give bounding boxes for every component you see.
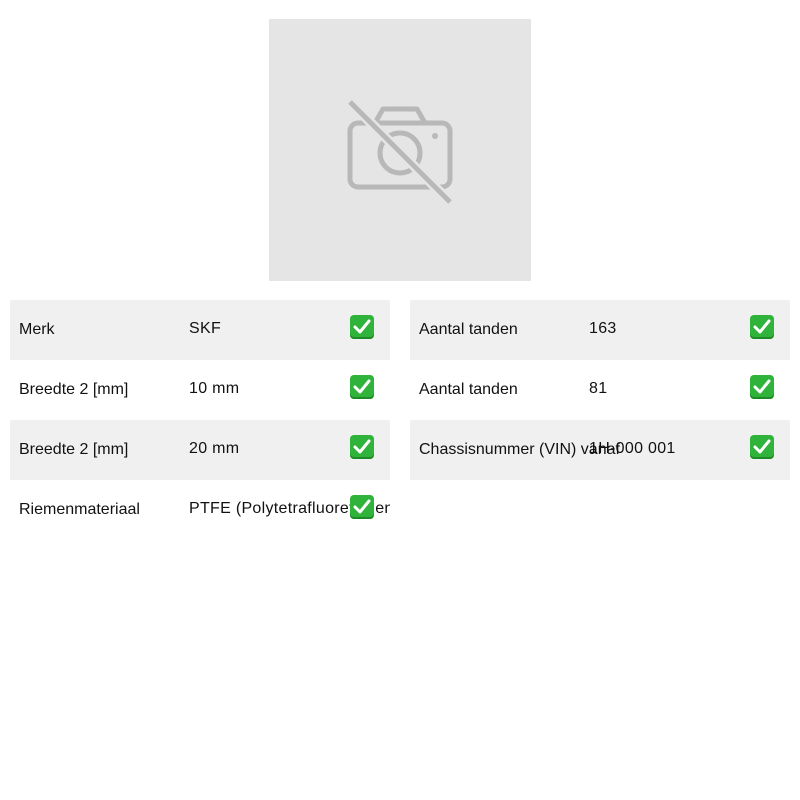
check-icon: [350, 495, 374, 519]
spec-label: Breedte 2 [mm]: [19, 381, 129, 398]
spec-table-right: Aantal tanden 163 Aantal tanden 81 Chass…: [410, 300, 790, 480]
spec-value: 81: [589, 380, 608, 397]
spec-row: Riemenmateriaal PTFE (Polytetrafluorethy…: [10, 480, 390, 540]
spec-row: Merk SKF: [10, 300, 390, 360]
spec-label: Breedte 2 [mm]: [19, 441, 129, 458]
spec-label: Aantal tanden: [419, 381, 518, 398]
no-camera-icon: [347, 99, 453, 205]
check-icon: [750, 435, 774, 459]
spec-label: Riemenmateriaal: [19, 501, 140, 518]
spec-row: Aantal tanden 81: [410, 360, 790, 420]
spec-value: 10 mm: [189, 380, 240, 397]
spec-value: 20 mm: [189, 440, 240, 457]
spec-row: Breedte 2 [mm] 20 mm: [10, 420, 390, 480]
spec-row: Aantal tanden 163: [410, 300, 790, 360]
spec-row: Breedte 2 [mm] 10 mm: [10, 360, 390, 420]
spec-label: Merk: [19, 321, 55, 338]
spec-label: Aantal tanden: [419, 321, 518, 338]
spec-table-left: Merk SKF Breedte 2 [mm] 10 mm Breedte 2 …: [10, 300, 390, 540]
spec-row: Chassisnummer (VIN) vanaf 1H-000 001: [410, 420, 790, 480]
check-icon: [350, 315, 374, 339]
check-icon: [750, 375, 774, 399]
product-image-placeholder: [269, 19, 531, 281]
check-icon: [750, 315, 774, 339]
spec-value: 163: [589, 320, 617, 337]
spec-value: 1H-000 001: [589, 440, 676, 457]
check-icon: [350, 375, 374, 399]
spec-value: SKF: [189, 320, 222, 337]
check-icon: [350, 435, 374, 459]
